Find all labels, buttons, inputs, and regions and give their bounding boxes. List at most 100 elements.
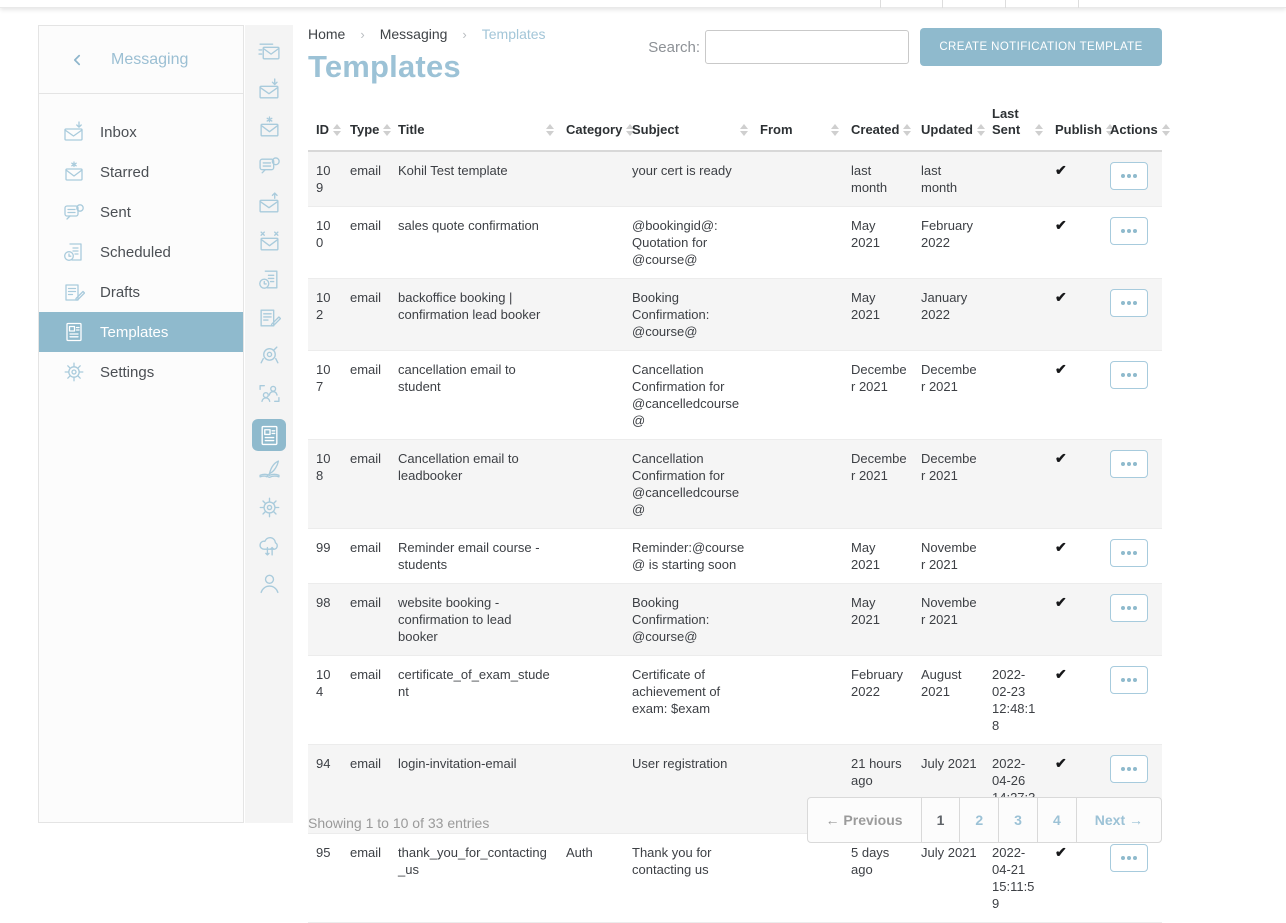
- check-icon: ✔: [1055, 289, 1067, 305]
- sidebar-item-scheduled[interactable]: Scheduled: [39, 232, 243, 272]
- column-header-actions[interactable]: Actions: [1102, 100, 1162, 151]
- sort-arrows-icon: [1158, 124, 1170, 138]
- ellipsis-icon: [1121, 678, 1137, 682]
- rail-user-group-icon[interactable]: [252, 381, 286, 405]
- showing-entries-text: Showing 1 to 10 of 33 entries: [308, 815, 489, 831]
- cell-updated: August 2021: [913, 656, 984, 745]
- cell-type: email: [342, 207, 390, 279]
- cell-from: [752, 656, 843, 745]
- column-header-publish[interactable]: Publish: [1047, 100, 1102, 151]
- rail-mail-cancel-icon[interactable]: [252, 229, 286, 253]
- row-actions-button[interactable]: [1110, 539, 1148, 567]
- breadcrumb-home[interactable]: Home: [308, 26, 345, 42]
- cell-actions: [1102, 351, 1162, 440]
- rail-quill-book-icon[interactable]: [252, 457, 286, 481]
- sidebar-item-starred[interactable]: Starred: [39, 152, 243, 192]
- rail-mail-upload-icon[interactable]: [252, 191, 286, 215]
- row-actions-button[interactable]: [1110, 289, 1148, 317]
- create-notification-template-button[interactable]: CREATE NOTIFICATION TEMPLATE: [920, 28, 1162, 66]
- cell-last-sent: [984, 529, 1047, 584]
- sidebar-item-templates[interactable]: Templates: [39, 312, 243, 352]
- cell-actions: [1102, 151, 1162, 207]
- row-actions-button[interactable]: [1110, 666, 1148, 694]
- rail-template-card-icon[interactable]: [252, 419, 286, 451]
- cell-subject: Thank you for contacting us: [624, 834, 752, 923]
- breadcrumb-messaging[interactable]: Messaging: [380, 26, 448, 42]
- sidebar-item-label: Starred: [100, 164, 149, 181]
- search-input[interactable]: [705, 30, 909, 64]
- cell-id: 108: [308, 440, 342, 529]
- sidebar-item-inbox[interactable]: Inbox: [39, 112, 243, 152]
- cell-actions: [1102, 279, 1162, 351]
- column-header-category[interactable]: Category: [558, 100, 624, 151]
- rail-mail-star-icon[interactable]: [252, 115, 286, 139]
- cell-category: [558, 279, 624, 351]
- table-row: 104emailcertificate_of_exam_studentCerti…: [308, 656, 1162, 745]
- sidebar-item-drafts[interactable]: Drafts: [39, 272, 243, 312]
- cell-publish: ✔: [1047, 151, 1102, 207]
- template-card-icon: [63, 321, 85, 343]
- gear-icon: [63, 361, 85, 383]
- cell-from: [752, 207, 843, 279]
- cell-id: 102: [308, 279, 342, 351]
- check-icon: ✔: [1055, 539, 1067, 555]
- cell-category: [558, 745, 624, 834]
- pagination-next-button[interactable]: Next →: [1076, 798, 1161, 842]
- column-header-created[interactable]: Created: [843, 100, 913, 151]
- cell-last-sent: [984, 351, 1047, 440]
- cell-updated: December 2021: [913, 351, 984, 440]
- cell-subject: your cert is ready: [624, 151, 752, 207]
- cell-publish: ✔: [1047, 656, 1102, 745]
- sidebar-item-sent[interactable]: Sent: [39, 192, 243, 232]
- sort-arrows-icon: [973, 124, 985, 138]
- document-clock-icon: [63, 241, 85, 263]
- column-header-from[interactable]: From: [752, 100, 843, 151]
- cell-type: email: [342, 440, 390, 529]
- rail-broadcast-icon[interactable]: [252, 343, 286, 367]
- pagination-previous-button[interactable]: ← Previous: [808, 798, 921, 842]
- row-actions-button[interactable]: [1110, 844, 1148, 872]
- column-header-updated[interactable]: Updated: [913, 100, 984, 151]
- column-header-last-sent[interactable]: Last Sent: [984, 100, 1047, 151]
- cell-from: [752, 584, 843, 656]
- cell-title: Cancellation email to leadbooker: [390, 440, 558, 529]
- sidebar-collapse-button[interactable]: Messaging: [39, 26, 243, 94]
- pagination-page-2[interactable]: 2: [959, 798, 998, 842]
- sidebar-item-settings[interactable]: Settings: [39, 352, 243, 392]
- cell-last-sent: [984, 584, 1047, 656]
- cell-title: Kohil Test template: [390, 151, 558, 207]
- rail-document-clock-icon[interactable]: [252, 267, 286, 291]
- column-header-type[interactable]: Type: [342, 100, 390, 151]
- ellipsis-icon: [1121, 551, 1137, 555]
- rail-cloud-sync-icon[interactable]: [252, 533, 286, 557]
- cell-from: [752, 529, 843, 584]
- column-header-title[interactable]: Title: [390, 100, 558, 151]
- row-actions-button[interactable]: [1110, 217, 1148, 245]
- pagination-page-3[interactable]: 3: [998, 798, 1037, 842]
- cell-id: 109: [308, 151, 342, 207]
- rail-document-pencil-icon[interactable]: [252, 305, 286, 329]
- check-icon: ✔: [1055, 755, 1067, 771]
- pagination-page-1[interactable]: 1: [921, 798, 960, 842]
- cell-id: 98: [308, 584, 342, 656]
- cell-publish: ✔: [1047, 584, 1102, 656]
- row-actions-button[interactable]: [1110, 755, 1148, 783]
- rail-mail-multiple-icon[interactable]: [252, 39, 286, 63]
- sort-arrows-icon: [379, 124, 391, 138]
- cell-created: December 2021: [843, 440, 913, 529]
- rail-mail-download-icon[interactable]: [252, 77, 286, 101]
- row-actions-button[interactable]: [1110, 162, 1148, 190]
- column-header-id[interactable]: ID: [308, 100, 342, 151]
- column-header-subject[interactable]: Subject: [624, 100, 752, 151]
- sidebar-item-label: Drafts: [100, 284, 140, 301]
- row-actions-button[interactable]: [1110, 361, 1148, 389]
- sort-arrows-icon: [899, 124, 911, 138]
- table-header-row: IDTypeTitleCategorySubjectFromCreatedUpd…: [308, 100, 1162, 151]
- row-actions-button[interactable]: [1110, 594, 1148, 622]
- cell-id: 100: [308, 207, 342, 279]
- rail-gear-icon[interactable]: [252, 495, 286, 519]
- pagination-page-4[interactable]: 4: [1037, 798, 1076, 842]
- row-actions-button[interactable]: [1110, 450, 1148, 478]
- rail-chat-bubble-icon[interactable]: [252, 153, 286, 177]
- rail-user-icon[interactable]: [252, 571, 286, 595]
